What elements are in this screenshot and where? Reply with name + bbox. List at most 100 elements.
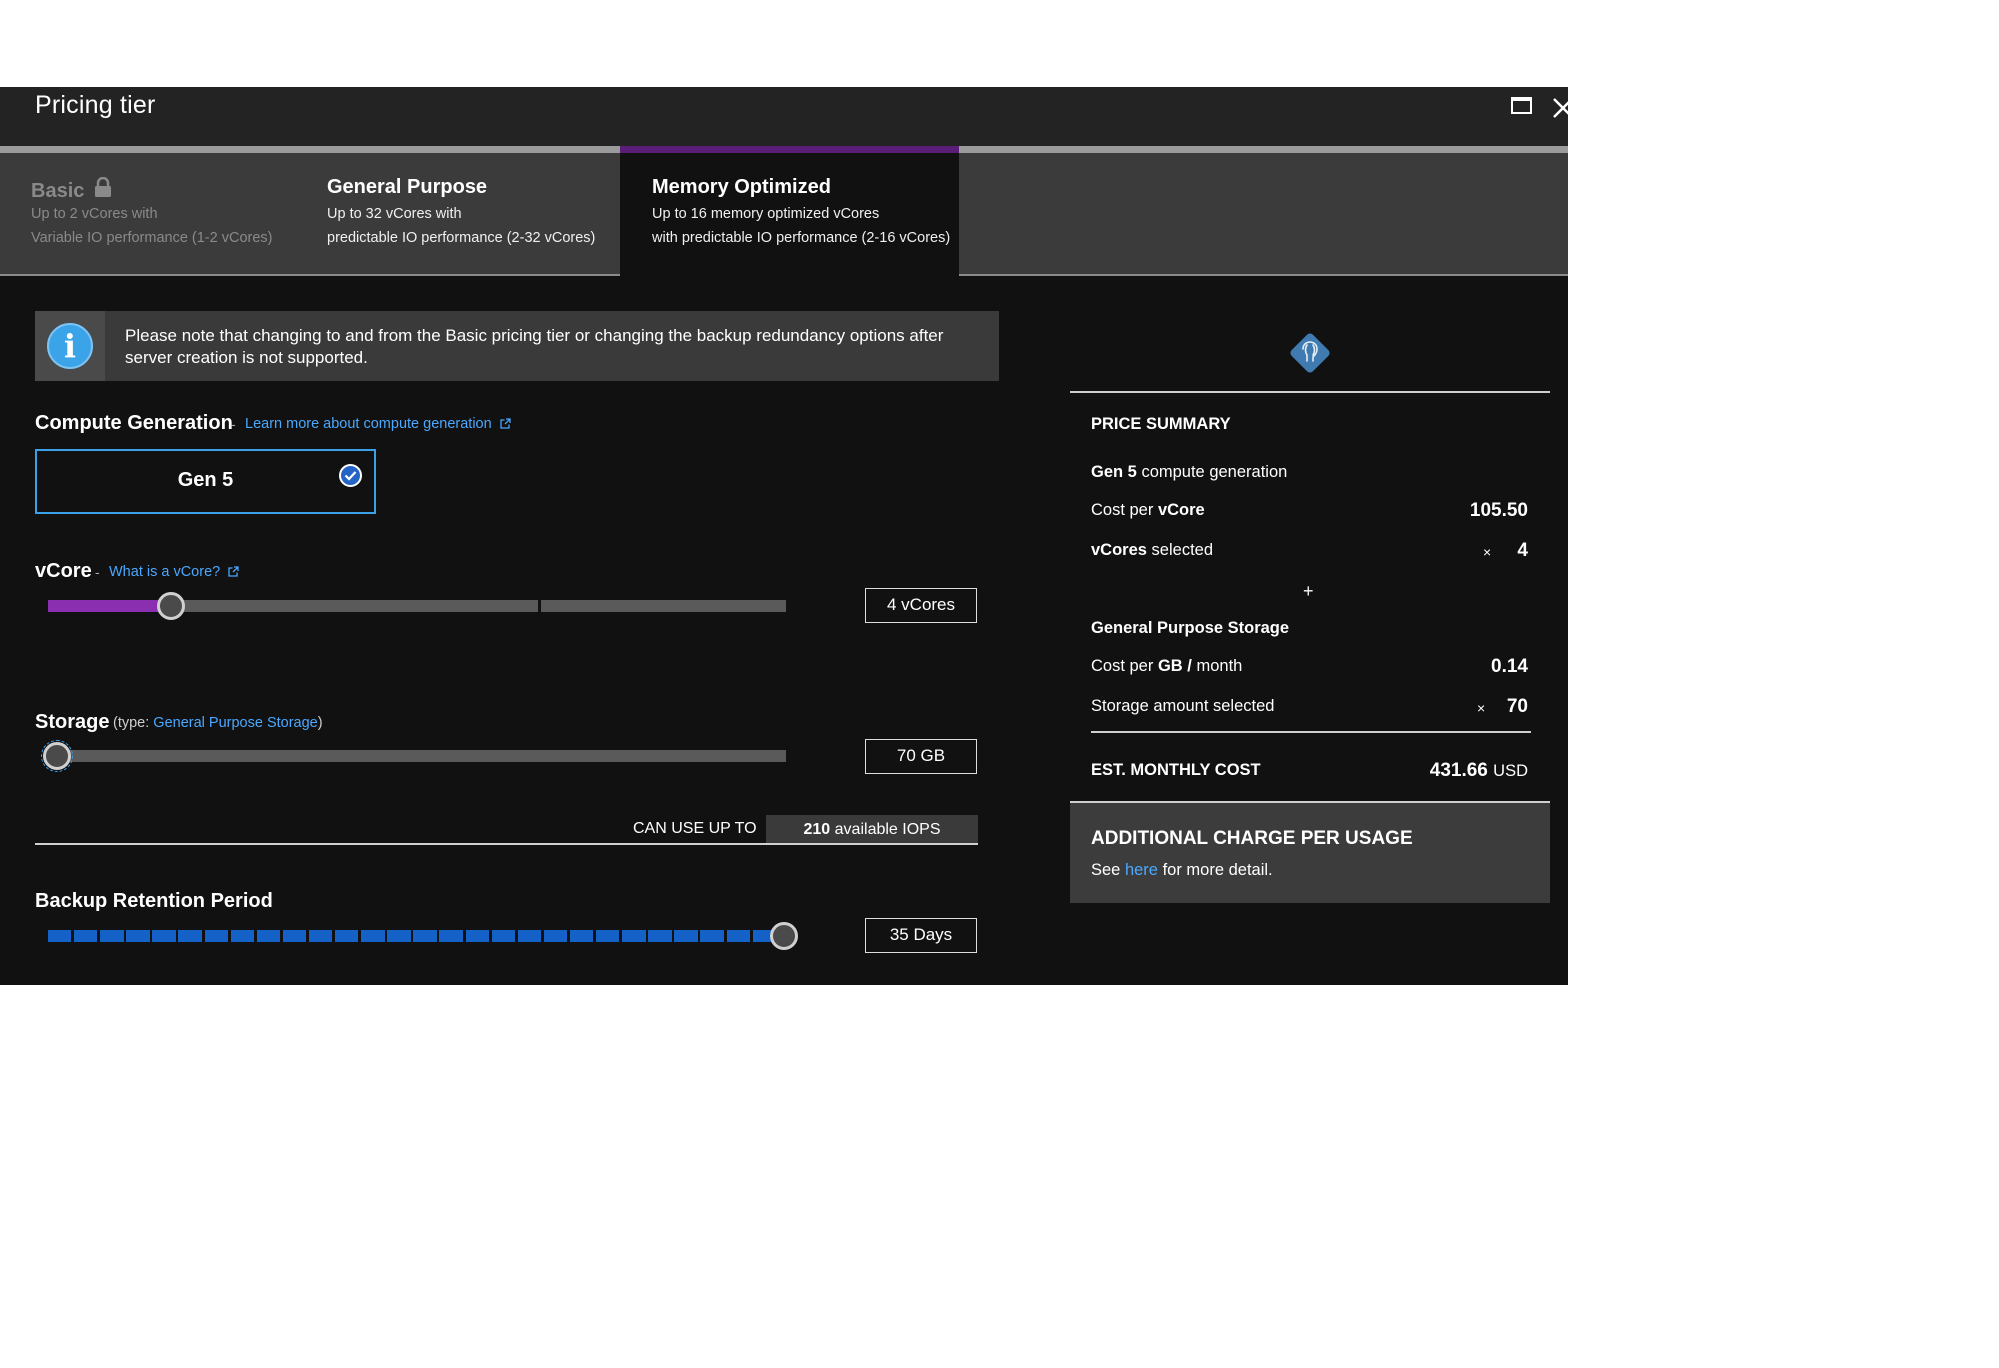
vcore-slider-fill xyxy=(48,600,171,612)
plus-sign: + xyxy=(1303,581,1314,601)
compute-generation-link[interactable]: Learn more about compute generation xyxy=(245,416,511,432)
tab-desc-line: Variable IO performance (1-2 vCores) xyxy=(31,230,273,246)
backup-slider-segment xyxy=(648,930,672,942)
backup-slider-segment xyxy=(308,930,333,942)
vcore-slider-thumb[interactable] xyxy=(156,592,185,620)
cost-per-vcore-label: Cost per vCore xyxy=(1091,501,1205,520)
vcores-word: vCores xyxy=(1091,541,1147,559)
backup-slider-segment xyxy=(491,930,516,942)
est-amount: 431.66 xyxy=(1429,760,1488,781)
cost-unit: GB / xyxy=(1157,657,1192,675)
tab-memory-optimized[interactable]: Memory Optimized Up to 16 memory optimiz… xyxy=(620,146,959,276)
storage-type: (type: General Purpose Storage) xyxy=(113,715,323,731)
iops-value: 210 xyxy=(803,821,831,838)
cost-period: month xyxy=(1196,657,1243,675)
gen5-option-card[interactable]: Gen 5 xyxy=(35,449,376,514)
link-text: Learn more about compute generation xyxy=(245,416,492,432)
est-monthly-cost-label: EST. MONTHLY COST xyxy=(1091,761,1261,779)
backup-retention-label: Backup Retention Period xyxy=(35,890,273,912)
vcores-selected-value: 4 xyxy=(1517,540,1528,561)
backup-slider-segment xyxy=(178,930,202,942)
additional-charge-text: See here for more detail. xyxy=(1091,861,1273,880)
tier-tabs: Basic Up to 2 vCores with Variable IO pe… xyxy=(0,146,1568,276)
backup-slider-segment xyxy=(74,930,98,942)
backup-slider-segment xyxy=(387,930,411,942)
close-icon[interactable] xyxy=(1550,89,1568,119)
tab-title: Basic xyxy=(31,176,112,203)
summary-divider xyxy=(1091,731,1531,733)
iops-label: CAN USE UP TO xyxy=(633,820,757,837)
tab-desc-line: Up to 2 vCores with xyxy=(31,206,158,222)
backup-slider-segment xyxy=(622,930,646,942)
backup-slider-segment xyxy=(100,930,124,942)
tab-desc-line: Up to 16 memory optimized vCores xyxy=(652,206,880,222)
backup-slider-segment xyxy=(256,930,281,942)
gen-name: Gen 5 xyxy=(1091,463,1137,481)
backup-slider-segment xyxy=(126,930,150,942)
backup-slider-segment xyxy=(204,930,228,942)
storage-type-link[interactable]: General Purpose Storage xyxy=(153,715,317,731)
maximize-icon[interactable] xyxy=(1511,97,1532,114)
tab-desc-line: Up to 32 vCores with xyxy=(327,206,462,222)
storage-summary-heading: General Purpose Storage xyxy=(1091,619,1290,637)
storage-type-prefix: (type: xyxy=(113,715,150,731)
backup-slider-segment xyxy=(543,930,568,942)
backup-slider-segment xyxy=(596,930,620,942)
external-link-icon xyxy=(500,418,511,429)
backup-slider-segment xyxy=(48,930,72,942)
multiply-sign: × xyxy=(1477,700,1486,716)
backup-slider-segment xyxy=(152,930,176,942)
backup-slider-segment xyxy=(361,930,385,942)
backup-slider-segment xyxy=(517,930,542,942)
screen: Pricing tier Basic Up to 2 vCores with V… xyxy=(0,0,1568,1086)
storage-slider-thumb[interactable] xyxy=(41,740,73,772)
backup-slider-thumb[interactable] xyxy=(770,922,798,950)
multiply-sign: × xyxy=(1483,544,1492,560)
tab-title: Memory Optimized xyxy=(652,176,831,198)
iops-unit: available IOPS xyxy=(834,821,941,838)
detail-text: for more detail. xyxy=(1162,861,1273,879)
selected-word: selected xyxy=(1151,541,1214,559)
backup-slider-segment xyxy=(335,930,359,942)
storage-type-suffix: ) xyxy=(317,715,323,731)
cost-per-gb-label: Cost per GB / month xyxy=(1091,657,1242,676)
lock-icon xyxy=(94,176,111,197)
info-icon: i xyxy=(47,323,93,369)
check-icon xyxy=(339,464,362,487)
separator-dash: - xyxy=(231,416,236,432)
compute-generation-label: Compute Generation xyxy=(35,412,233,434)
blade-title: Pricing tier xyxy=(35,91,156,119)
tab-desc-line: predictable IO performance (2-32 vCores) xyxy=(327,230,596,246)
gen-compute-line: Gen 5 compute generation xyxy=(1091,463,1287,482)
backup-slider-segment xyxy=(282,930,307,942)
vcore-value-box[interactable]: 4 vCores xyxy=(865,588,977,623)
price-summary-heading: PRICE SUMMARY xyxy=(1091,415,1231,433)
iops-divider xyxy=(35,843,978,845)
blade-header: Pricing tier xyxy=(0,87,1568,146)
storage-value-box[interactable]: 70 GB xyxy=(865,739,977,774)
gen-rest: compute generation xyxy=(1141,463,1288,481)
tab-basic[interactable]: Basic Up to 2 vCores with Variable IO pe… xyxy=(0,146,310,274)
tab-general-purpose[interactable]: General Purpose Up to 32 vCores with pre… xyxy=(310,146,620,274)
summary-divider xyxy=(1070,391,1550,393)
backup-value-box[interactable]: 35 Days xyxy=(865,918,977,953)
vcore-slider-track-ext[interactable] xyxy=(541,600,786,612)
separator-dash: - xyxy=(95,564,100,580)
storage-slider-track[interactable] xyxy=(48,750,786,762)
additional-charge-link[interactable]: here xyxy=(1125,861,1158,879)
tab-divider xyxy=(0,274,620,276)
backup-slider-segment xyxy=(439,930,463,942)
backup-slider-segment xyxy=(465,930,489,942)
cost-pre: Cost per xyxy=(1091,657,1154,675)
info-icon-box: i xyxy=(35,311,105,381)
cost-pre: Cost per xyxy=(1091,501,1154,519)
gen5-label: Gen 5 xyxy=(177,469,234,491)
cost-unit: vCore xyxy=(1157,501,1205,519)
backup-slider-segment xyxy=(230,930,255,942)
price-summary-panel: PRICE SUMMARY Gen 5 compute generation C… xyxy=(1070,311,1550,903)
backup-slider-segment xyxy=(674,930,698,942)
vcore-label: vCore xyxy=(35,560,92,582)
vcore-info-link[interactable]: What is a vCore? xyxy=(109,564,239,580)
pricing-tier-blade: Pricing tier Basic Up to 2 vCores with V… xyxy=(0,87,1568,985)
backup-slider-segment xyxy=(569,930,594,942)
